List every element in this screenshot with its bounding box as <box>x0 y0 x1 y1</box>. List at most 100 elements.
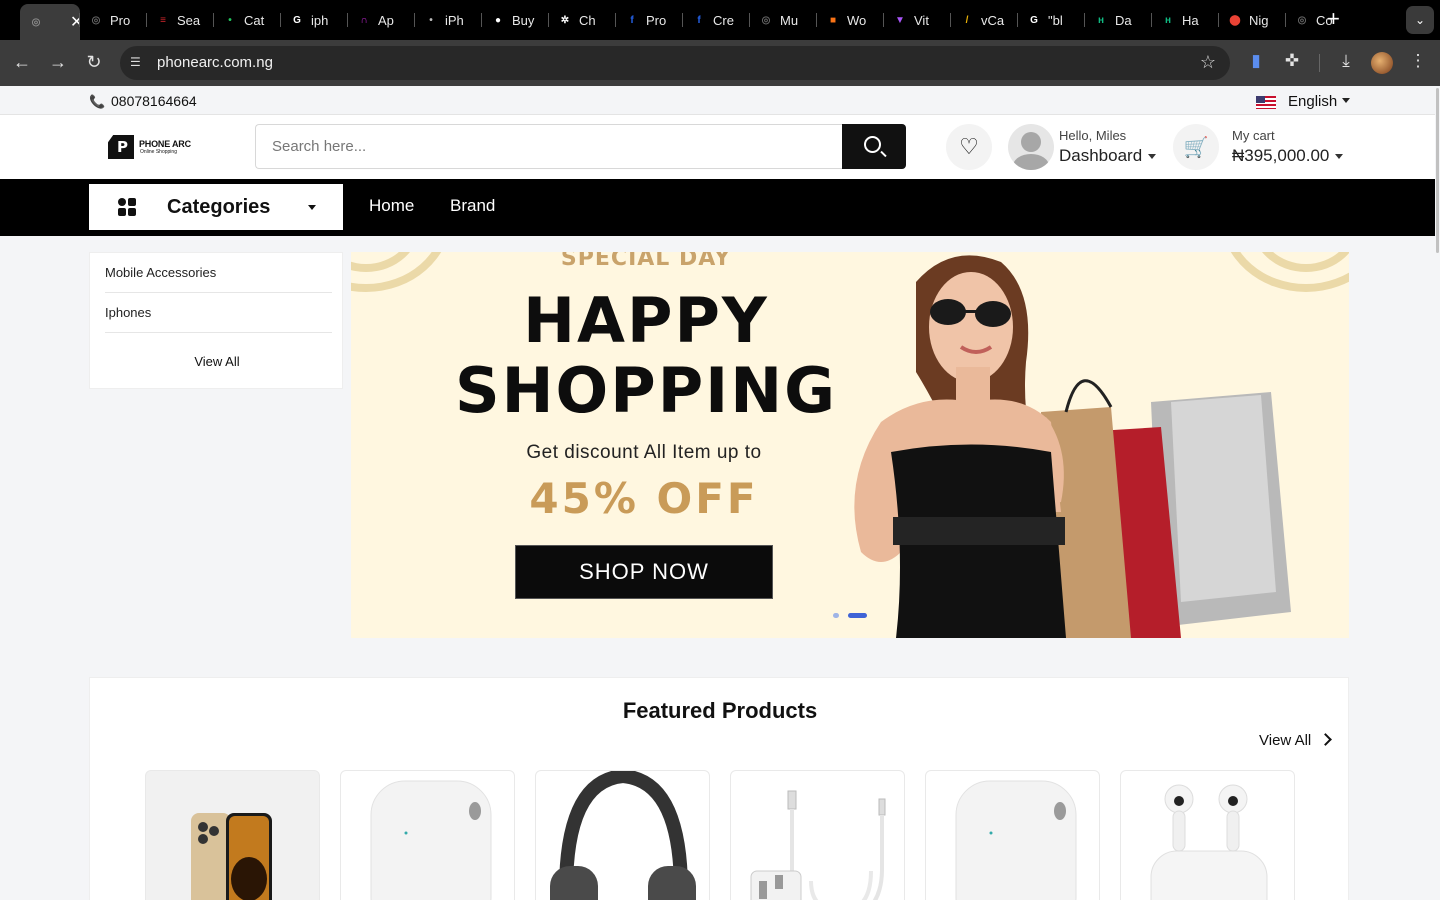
webpage: 📞 08078164664 English P PHONE ARC Online… <box>0 87 1440 900</box>
main-navbar: Categories Home Brand <box>0 179 1440 236</box>
category-sidebar: Mobile Accessories Iphones View All <box>89 252 343 389</box>
browser-tab[interactable]: ≡ Sea <box>147 6 214 34</box>
pen-icon: / <box>965 14 969 26</box>
product-card[interactable] <box>1120 770 1295 900</box>
browser-tab[interactable]: f Cre <box>683 6 750 34</box>
site-logo[interactable]: P PHONE ARC Online Shopping <box>104 135 194 161</box>
product-image-airpods-3 <box>1150 784 1268 900</box>
cubes-icon: ■ <box>829 14 837 26</box>
nav-link-brand[interactable]: Brand <box>450 196 495 216</box>
circle-logo-icon: ● <box>494 14 502 26</box>
browser-tab[interactable]: ▼ Vit <box>884 6 951 34</box>
sidebar-item-iphones[interactable]: Iphones <box>105 293 332 333</box>
f-logo-icon: f <box>697 14 701 26</box>
browser-tab[interactable]: ■ Wo <box>817 6 884 34</box>
sidebar-view-all-link[interactable]: View All <box>90 354 344 369</box>
tab-title: Ha <box>1182 12 1199 28</box>
phone-icon: 📞 <box>89 94 106 109</box>
banner-model-image <box>854 255 1291 638</box>
nav-link-home[interactable]: Home <box>369 196 414 216</box>
browser-tab[interactable]: ● Buy <box>482 6 549 34</box>
new-tab-button[interactable]: + <box>1327 8 1340 30</box>
shop-now-button[interactable]: SHOP NOW <box>515 545 773 599</box>
us-flag-icon[interactable] <box>1256 96 1276 109</box>
browser-tab[interactable]: ◎ ✕ <box>20 4 80 40</box>
browser-tab[interactable]: G "bl <box>1018 6 1085 34</box>
greeting-text: Hello, Miles <box>1059 128 1127 143</box>
extension-icon[interactable]: ▮ <box>1245 51 1267 71</box>
wishlist-heart-icon[interactable]: ♡ <box>946 124 992 170</box>
browser-tab[interactable]: • iPh <box>415 6 482 34</box>
tab-title: Cat <box>244 12 265 28</box>
product-image-iphone <box>191 813 272 900</box>
apple-icon: • <box>429 14 433 26</box>
logo-title: PHONE ARC <box>139 139 191 149</box>
product-card[interactable] <box>925 770 1100 900</box>
logo-mark: P <box>108 135 134 159</box>
maps-pin-icon: ⬤ <box>1229 14 1241 26</box>
user-avatar[interactable] <box>1008 124 1054 170</box>
tab-search-button[interactable]: ⌄ <box>1406 6 1434 34</box>
browser-tab[interactable]: ∩ Ap <box>348 6 415 34</box>
profile-avatar[interactable] <box>1371 52 1393 74</box>
tab-title: Wo <box>847 12 867 28</box>
menu-kebab-icon[interactable]: ⋮ <box>1407 51 1429 71</box>
featured-products-section: Featured Products View All <box>89 677 1349 900</box>
browser-tab[interactable]: f Pro <box>616 6 683 34</box>
f-logo-icon: f <box>630 14 634 26</box>
tab-title: Buy <box>512 12 535 28</box>
language-selector[interactable]: English <box>1288 93 1337 110</box>
categories-label: Categories <box>167 196 271 218</box>
browser-tab[interactable]: н Ha <box>1152 6 1219 34</box>
hero-banner-slider[interactable]: SPECIAL DAY HAPPY SHOPPING Get discount … <box>351 252 1349 638</box>
chevron-right-icon[interactable] <box>1319 733 1332 746</box>
browser-tab[interactable]: Giph <box>281 6 348 34</box>
globe-icon: ◎ <box>91 14 101 26</box>
featured-view-all-link[interactable]: View All <box>1259 732 1311 749</box>
scrollbar-thumb[interactable] <box>1436 88 1439 253</box>
search-button[interactable] <box>842 124 906 169</box>
cart-total: ₦395,000.00 <box>1232 146 1330 165</box>
phone-number[interactable]: 08078164664 <box>111 93 197 109</box>
url-text[interactable]: phonearc.com.ng <box>157 54 273 71</box>
carousel-dot-2-active[interactable] <box>848 613 867 618</box>
browser-tab[interactable]: • Cat <box>214 6 281 34</box>
forward-icon[interactable]: → <box>47 52 69 72</box>
categories-dropdown-button[interactable]: Categories <box>89 184 343 230</box>
product-card[interactable] <box>340 770 515 900</box>
search-input[interactable] <box>255 124 843 169</box>
browser-tab[interactable]: ◎ Co <box>1286 6 1353 34</box>
browser-tab[interactable]: н Da <box>1085 6 1152 34</box>
browser-tab[interactable]: / vCa <box>951 6 1018 34</box>
site-settings-icon[interactable]: ☰ <box>130 55 146 71</box>
section-title: Featured Products <box>622 698 818 723</box>
browser-tab[interactable]: ◎ Pro <box>80 6 147 34</box>
reload-icon[interactable]: ↻ <box>83 52 105 72</box>
sidebar-item-mobile-accessories[interactable]: Mobile Accessories <box>105 253 332 293</box>
cart-icon[interactable]: 🛒 <box>1173 124 1219 170</box>
browser-tab[interactable]: ⬤ Nig <box>1219 6 1286 34</box>
product-image-airpods-pro <box>370 780 492 900</box>
green-dot-icon: • <box>228 14 232 26</box>
browser-tab[interactable]: ✲ Ch <box>549 6 616 34</box>
browser-toolbar: ← → ↻ ☰ phonearc.com.ng ☆ ▮ ✜ ⤓ ⋮ <box>0 40 1440 86</box>
browser-tab[interactable]: ◎ Mu <box>750 6 817 34</box>
back-icon[interactable]: ← <box>11 52 33 72</box>
hh-icon: н <box>1097 14 1105 26</box>
toolbar-divider <box>1319 54 1320 72</box>
dashboard-dropdown[interactable]: Dashboard <box>1059 146 1157 166</box>
cart-total-dropdown[interactable]: ₦395,000.00 <box>1232 146 1344 166</box>
product-card[interactable] <box>535 770 710 900</box>
download-icon[interactable]: ⤓ <box>1335 51 1357 71</box>
extensions-puzzle-icon[interactable]: ✜ <box>1281 51 1303 71</box>
tab-title: vCa <box>981 12 1005 28</box>
product-image-airpods-pro <box>955 780 1077 900</box>
product-card[interactable] <box>730 770 905 900</box>
product-card[interactable] <box>145 770 320 900</box>
address-bar[interactable]: ☰ phonearc.com.ng ☆ <box>120 46 1230 80</box>
carousel-dot-1[interactable] <box>833 613 839 618</box>
vite-icon: ▼ <box>895 14 905 26</box>
bookmark-star-icon[interactable]: ☆ <box>1200 52 1216 73</box>
chevron-down-icon[interactable] <box>1342 98 1350 103</box>
tab-title: Da <box>1115 12 1132 28</box>
